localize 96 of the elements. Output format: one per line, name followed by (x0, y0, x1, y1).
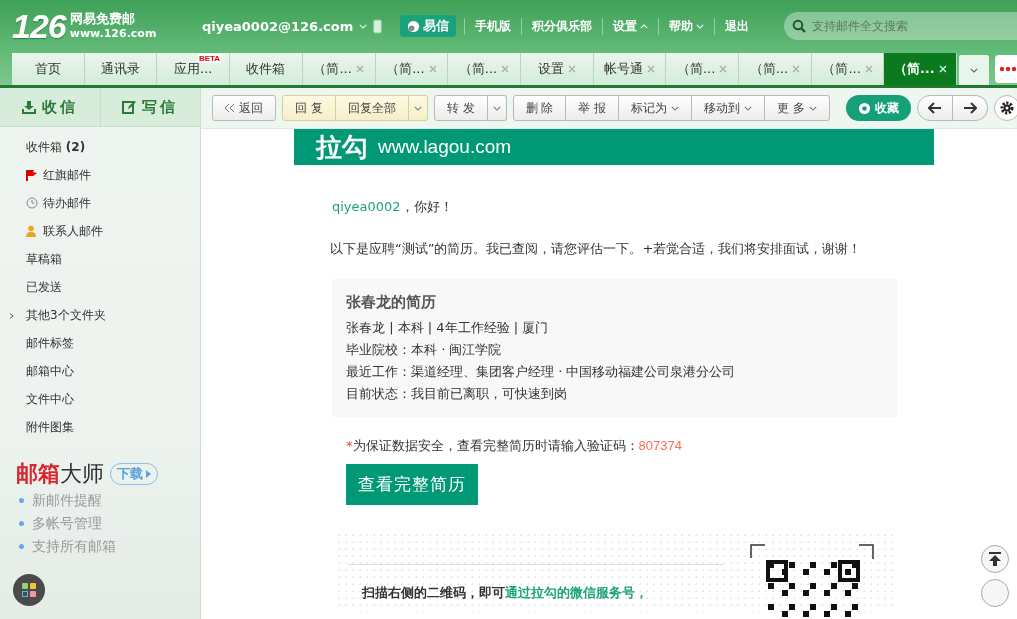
back-arrow-button[interactable] (917, 95, 954, 121)
bullet-icon (19, 521, 24, 526)
tab[interactable]: （简... (375, 53, 449, 85)
tab[interactable]: 通讯录 (84, 53, 158, 85)
receive-icon (21, 100, 36, 114)
toolbar-button[interactable]: 移动到 (692, 95, 766, 121)
scroll-top-button[interactable] (981, 545, 1009, 573)
dropdown-button[interactable] (487, 95, 507, 121)
folder-item[interactable]: 邮件标签 (0, 329, 200, 357)
folder-item[interactable]: 收件箱 (2) (0, 133, 200, 161)
toolbar-button[interactable]: 更 多 (765, 95, 831, 121)
promo-brand: 邮箱 (16, 460, 60, 488)
toolbar-button[interactable]: 标记为 (619, 95, 693, 121)
chat-bubble-icon (407, 19, 421, 33)
notice-text: *为保证数据安全，查看完整简历时请输入验证码：807374 (345, 437, 683, 455)
tab[interactable]: 应用... BETA (157, 53, 231, 85)
promo-brand: 大师 (60, 460, 104, 488)
folder-item[interactable]: 附件图集 (0, 413, 200, 441)
resume-line: 张春龙 | 本科 | 4年工作经验 | 厦门 (346, 319, 550, 337)
double-chevron-icon (225, 104, 235, 112)
toolbar-button[interactable]: 回 复 (282, 95, 336, 121)
folder-item[interactable]: 已发送 (0, 273, 200, 301)
toolbar-button[interactable]: 举 报 (566, 95, 620, 121)
beta-badge: BETA (197, 54, 222, 63)
banner-url: www.lagou.com (378, 136, 512, 158)
resume-line: 最近工作：渠道经理、集团客户经理 · 中国移动福建公司泉港分公司 (346, 363, 737, 381)
tab[interactable]: （简... (448, 53, 521, 85)
toolbar-button[interactable]: 回复全部 (335, 95, 409, 121)
left-arrow-icon (928, 102, 943, 114)
caret-icon (492, 105, 501, 111)
folder-item[interactable]: 文件中心 (0, 385, 200, 413)
caret-icon (359, 23, 368, 29)
expand-icon[interactable] (9, 312, 14, 320)
caret-icon (413, 105, 422, 111)
toolbar-button[interactable]: 删 除 (512, 95, 567, 121)
view-resume-button[interactable]: 查看完整简历 (346, 464, 478, 505)
round-button[interactable] (981, 579, 1009, 607)
tab-list-button[interactable] (959, 55, 989, 85)
folder-item[interactable]: 红旗邮件 (0, 161, 200, 189)
phone-icon[interactable] (373, 18, 383, 34)
folder-item[interactable]: 待办邮件 (0, 189, 200, 217)
folder-item[interactable]: 联系人邮件 (0, 217, 200, 245)
tab[interactable]: （简... (811, 53, 885, 85)
logo-url: www.126.com (69, 26, 157, 41)
forward-arrow-button[interactable] (953, 95, 989, 121)
folder-item[interactable]: 草稿箱 (0, 245, 200, 273)
apps-button[interactable] (13, 574, 45, 606)
back-button[interactable]: 返回 (212, 95, 276, 121)
caret-icon (640, 23, 649, 29)
dots-icon (999, 65, 1017, 72)
compose-icon (122, 100, 137, 114)
folder-item[interactable]: 邮箱中心 (0, 357, 200, 385)
caret-icon (970, 67, 979, 73)
compose-button[interactable]: 写信 (99, 88, 200, 126)
caret-icon (696, 23, 705, 29)
qr-code-icon (750, 544, 874, 619)
resume-title: 张春龙的简历 (346, 292, 437, 313)
right-arrow-icon (963, 102, 978, 114)
up-arrow-icon (989, 552, 1001, 566)
apps-icon (22, 583, 36, 597)
folder-item[interactable]: 其他3个文件夹 (0, 301, 200, 329)
tab[interactable]: 首页 (12, 53, 85, 85)
tab[interactable]: （简... (666, 53, 740, 85)
logo-name: 网易免费邮 (69, 11, 136, 26)
settings-icon (999, 100, 1016, 116)
tab[interactable]: 设置 (520, 53, 594, 85)
caret-icon (809, 105, 818, 111)
feature-text: 新邮件提醒 (32, 491, 102, 510)
settings-button[interactable] (994, 95, 1017, 121)
caret-icon (671, 105, 680, 111)
toolbar-button[interactable]: 转 发 (433, 95, 488, 121)
qr-instruction: 扫描右侧的二维码，即可通过拉勾的微信服务号， (362, 584, 648, 602)
greeting: qiyea0002，你好！ (332, 198, 454, 216)
chat-bubble-icon (858, 101, 872, 115)
tab[interactable]: （简... (302, 53, 376, 85)
feature-text: 支持所有邮箱 (32, 537, 116, 556)
feature-text: 多帐号管理 (32, 514, 102, 533)
flag-icon (26, 169, 38, 181)
logo-number: 126 (12, 6, 66, 46)
resume-line: 目前状态：我目前已离职，可快速到岗 (346, 385, 568, 403)
caret-icon (744, 105, 753, 111)
intro-text: 以下是应聘“测试”的简历。我已查阅，请您评估一下。+若觉合适，我们将安排面试，谢谢！ (330, 240, 863, 258)
search-icon (792, 19, 806, 33)
receive-button[interactable]: 收信 (0, 88, 100, 126)
tab[interactable]: （简... (884, 53, 958, 85)
bullet-icon (19, 544, 24, 549)
clock-icon (26, 197, 38, 209)
tab[interactable]: 帐号通 (593, 53, 667, 85)
more-button[interactable] (995, 54, 1017, 83)
tab[interactable]: 收件箱 (230, 53, 303, 85)
tab[interactable]: （简... (739, 53, 812, 85)
person-icon (26, 225, 38, 237)
play-icon (146, 470, 151, 478)
banner-logo: 拉勾 (316, 132, 368, 162)
resume-line: 毕业院校：本科 · 闽江学院 (346, 341, 503, 359)
bullet-icon (19, 498, 24, 503)
